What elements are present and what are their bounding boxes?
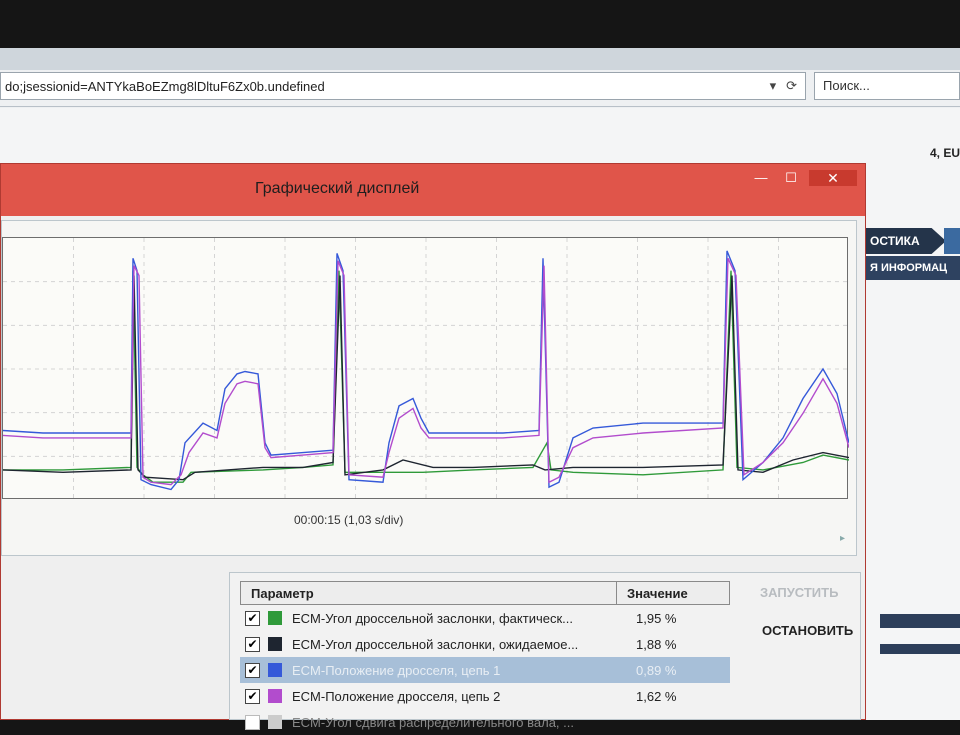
close-icon[interactable]: ✕ (809, 170, 857, 186)
series-color-swatch (268, 715, 282, 729)
toolbar-divider (0, 106, 960, 107)
dialog-title: Графический дисплей (255, 180, 420, 197)
search-input[interactable]: Поиск... (814, 72, 960, 100)
param-value: 1,95 % (636, 610, 677, 626)
row-checkbox[interactable]: ✔ (245, 662, 260, 678)
table-row[interactable]: ✔ ECM-Положение дросселя, цепь 2 1,62 % (240, 683, 730, 709)
chart-area (2, 237, 849, 500)
dialog-titlebar[interactable]: Графический дисплей — ☐ ✕ (1, 164, 865, 216)
page-header-text: 4, EU (929, 146, 960, 160)
table-row[interactable]: ECM-Угол сдвига распределительного вала,… (240, 709, 730, 735)
stop-button[interactable]: ОСТАНОВИТЬ (762, 623, 853, 638)
line-chart (3, 238, 849, 500)
tab-next[interactable] (944, 228, 960, 254)
param-name: ECM-Угол дроссельной заслонки, фактическ… (292, 610, 573, 626)
series-color-swatch (268, 689, 282, 703)
page-bar (880, 614, 960, 628)
param-value: 1,88 % (636, 636, 677, 652)
series-line (3, 258, 849, 486)
column-header-value[interactable]: Значение (617, 582, 729, 604)
scroll-right-icon[interactable]: ▸ (840, 533, 852, 547)
refresh-icon[interactable]: ⟳ (786, 78, 797, 94)
minimize-icon[interactable]: — (749, 170, 773, 186)
parameter-panel: Параметр Значение ✔ ECM-Угол дроссельной … (229, 572, 861, 730)
table-body: ✔ ECM-Угол дроссельной заслонки, фактичес… (240, 605, 730, 735)
row-checkbox[interactable]: ✔ (245, 688, 260, 704)
row-checkbox[interactable]: ✔ (245, 636, 260, 652)
series-color-swatch (268, 663, 282, 677)
chart-panel: 00:00:15 (1,03 s/div) ▸ (1, 220, 857, 556)
address-url[interactable]: do;jsessionid=ANTYkaBoEZmg8lDltuF6Zx0b.u… (5, 79, 770, 94)
table-row[interactable]: ✔ ECM-Положение дросселя, цепь 1 0,89 % (240, 657, 730, 683)
page-bar (880, 644, 960, 654)
table-row[interactable]: ✔ ECM-Угол дроссельной заслонки, ожидаемо… (240, 631, 730, 657)
dialog-body: 00:00:15 (1,03 s/div) ▸ Параметр Значени… (1, 216, 865, 730)
param-value: 0,89 % (636, 662, 677, 678)
series-color-swatch (268, 637, 282, 651)
start-button[interactable]: ЗАПУСТИТЬ (760, 585, 838, 600)
column-header-param[interactable]: Параметр (241, 582, 617, 604)
param-name: ECM-Положение дросселя, цепь 2 (292, 688, 501, 704)
subtab-info[interactable]: Я ИНФОРМАЦ (866, 256, 960, 280)
table-row[interactable]: ✔ ECM-Угол дроссельной заслонки, фактичес… (240, 605, 730, 631)
browser-toolbar (0, 48, 960, 70)
param-name: ECM-Угол дроссельной заслонки, ожидаемое… (292, 636, 579, 652)
table-header: Параметр Значение (240, 581, 730, 605)
time-scale-label: 00:00:15 (1,03 s/div) (294, 513, 404, 527)
parameter-table: Параметр Значение ✔ ECM-Угол дроссельной … (240, 581, 730, 735)
graphic-display-dialog: Графический дисплей — ☐ ✕ 00:00:15 (1,03… (0, 163, 866, 730)
tab-diagnostics[interactable]: ОСТИКА (866, 228, 946, 254)
dropdown-icon[interactable]: ▾ (770, 78, 777, 94)
param-name: ECM-Угол сдвига распределительного вала,… (292, 714, 574, 730)
address-bar[interactable]: do;jsessionid=ANTYkaBoEZmg8lDltuF6Zx0b.u… (0, 72, 806, 100)
param-name: ECM-Положение дросселя, цепь 1 (292, 662, 501, 678)
param-value: 1,62 % (636, 688, 677, 704)
row-checkbox[interactable] (245, 714, 260, 730)
series-color-swatch (268, 611, 282, 625)
row-checkbox[interactable]: ✔ (245, 610, 260, 626)
maximize-icon[interactable]: ☐ (779, 170, 803, 186)
